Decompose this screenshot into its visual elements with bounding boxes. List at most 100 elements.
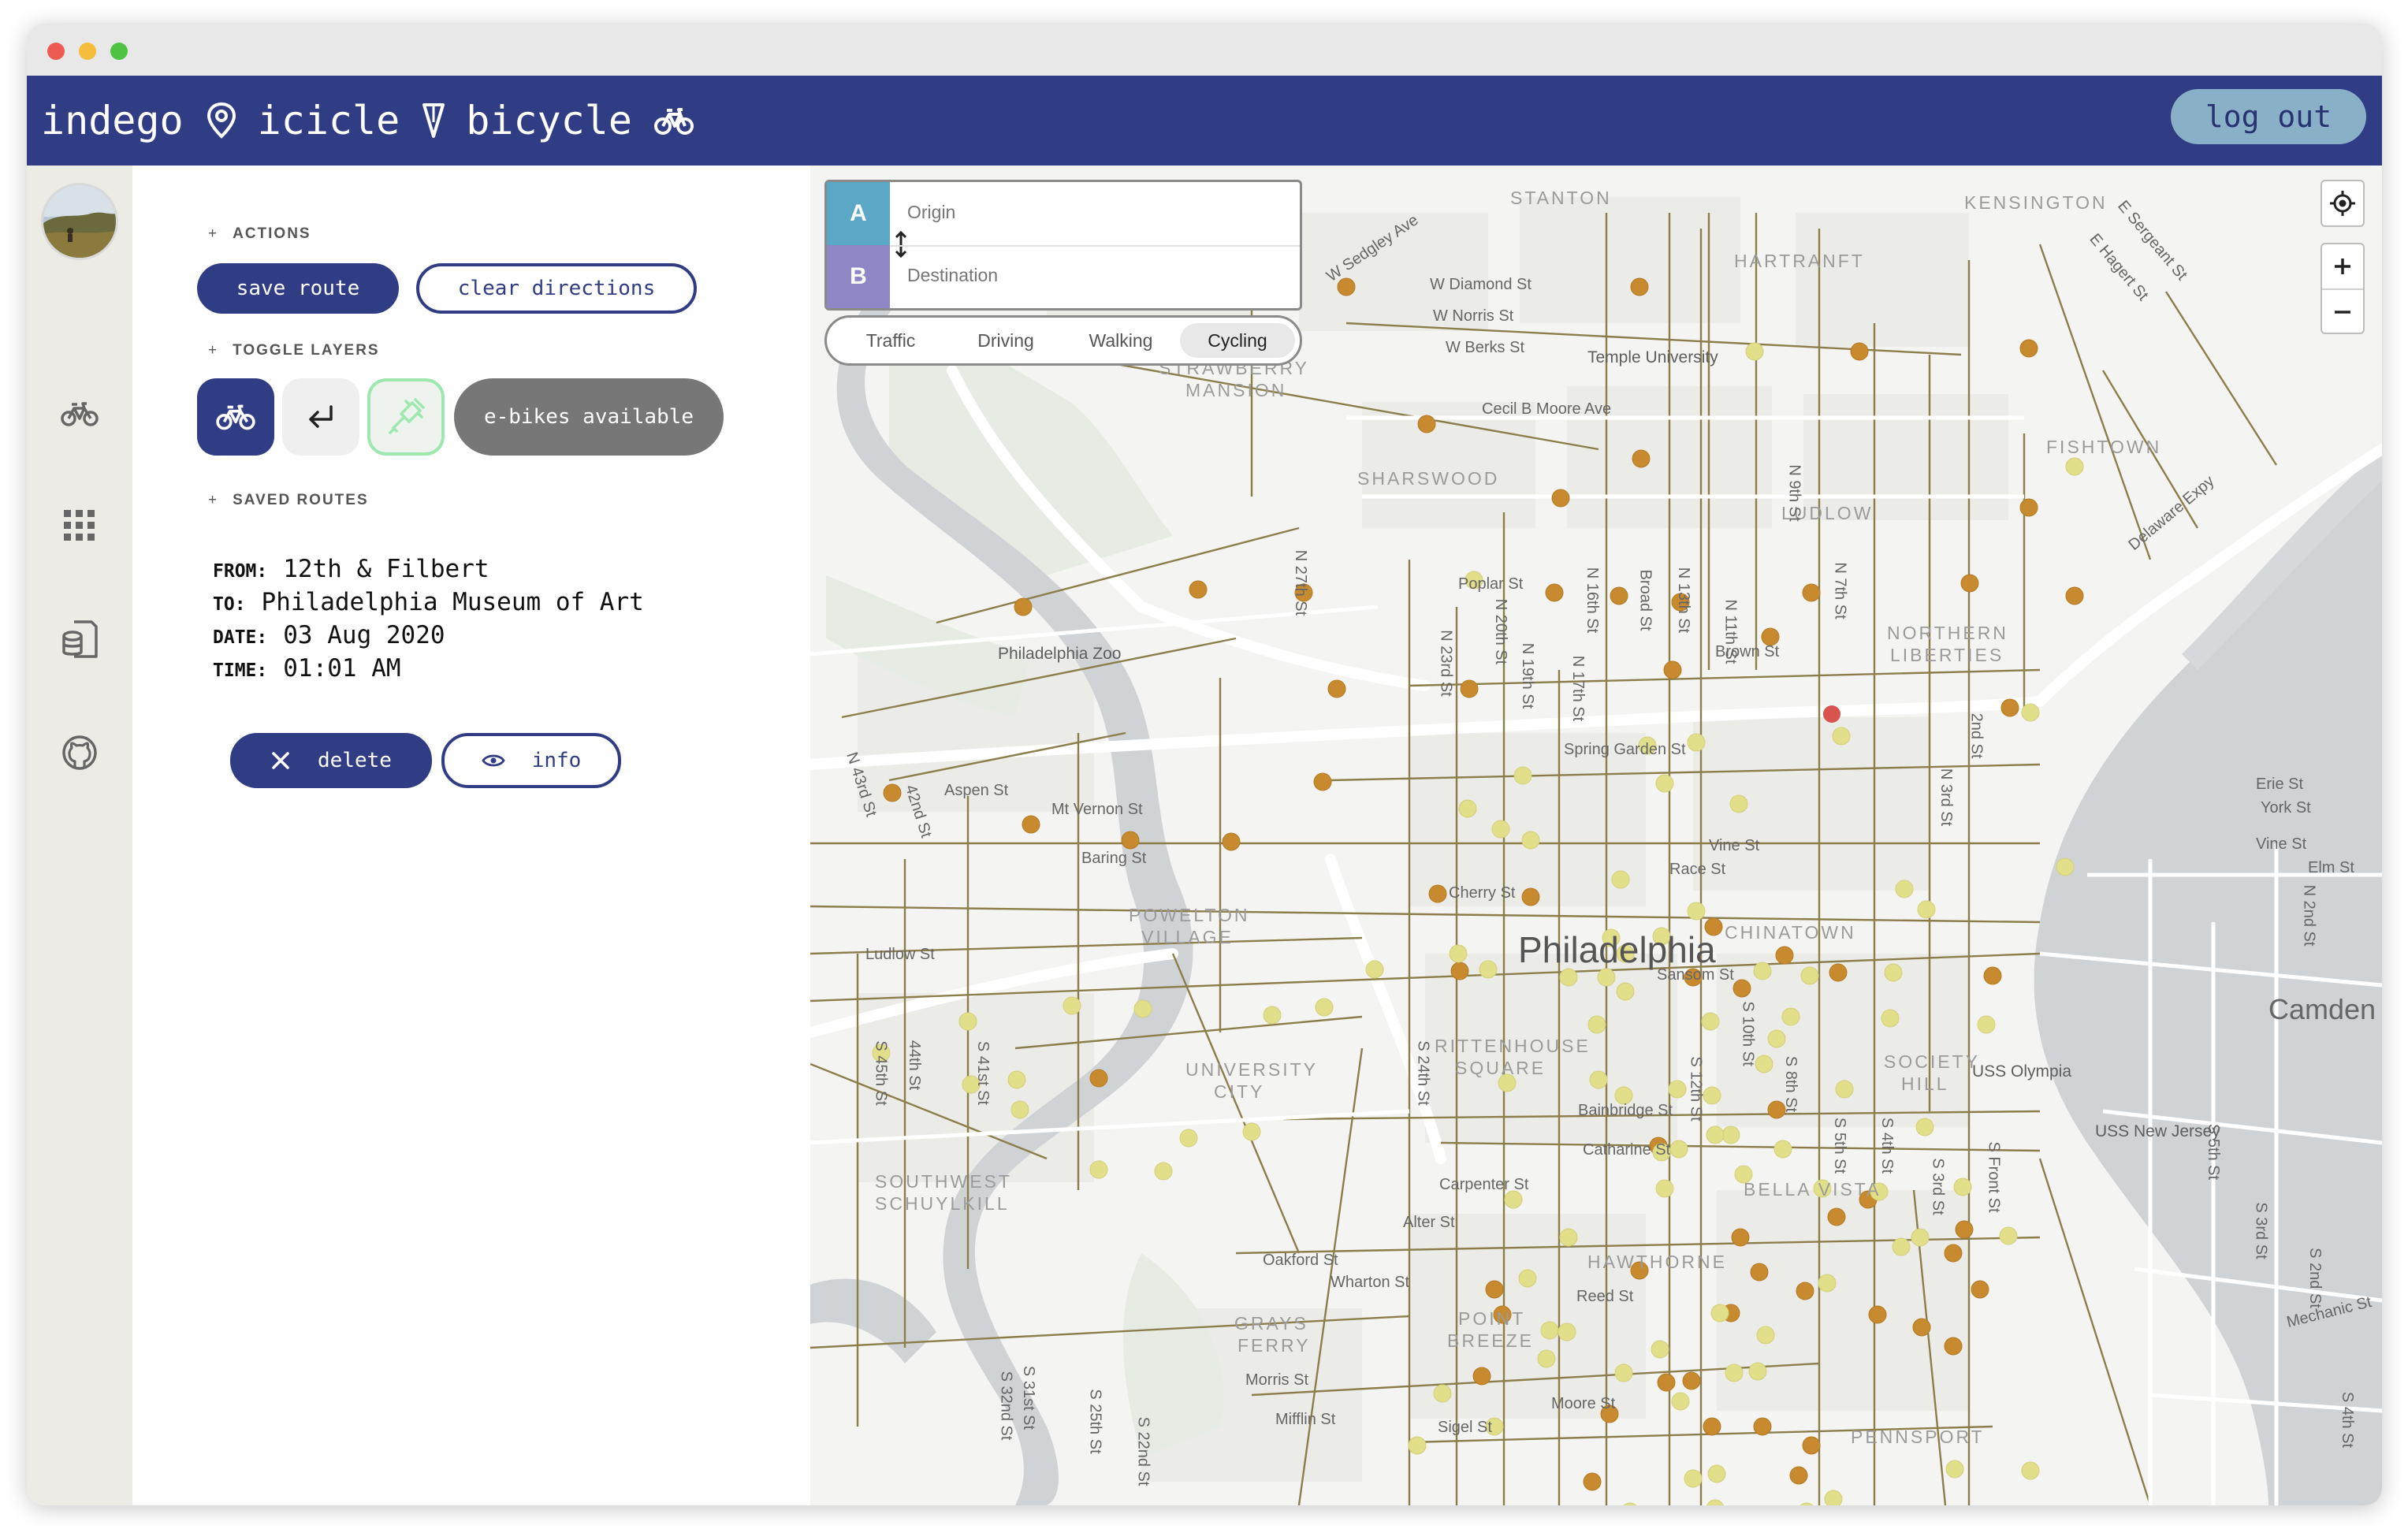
- avatar[interactable]: [41, 183, 118, 260]
- mode-walking[interactable]: Walking: [1068, 323, 1174, 358]
- return-layer-toggle[interactable]: [282, 378, 359, 456]
- map-street-vine-camden: Vine St: [2256, 835, 2307, 853]
- map-street-broad: Broad St: [1636, 569, 1654, 631]
- map-street-s-8th: S 8th St: [1782, 1055, 1800, 1113]
- map-street-carpenter: Carpenter St: [1439, 1176, 1529, 1193]
- logout-button[interactable]: log out: [2171, 89, 2366, 144]
- map-street-n-19th: N 19th St: [1519, 642, 1537, 709]
- delete-label: delete: [318, 749, 392, 772]
- map-street-n-13th: N 13th St: [1675, 567, 1693, 634]
- plug-layer-toggle[interactable]: [367, 378, 445, 456]
- map-street-spring-garden: Spring Garden St: [1564, 741, 1686, 758]
- mode-driving[interactable]: Driving: [953, 323, 1059, 358]
- map-street-s-12th: S 12th St: [1687, 1056, 1705, 1122]
- map-street-s-3rd: S 3rd St: [1929, 1158, 1947, 1215]
- map-street-sigel: Sigel St: [1438, 1419, 1492, 1436]
- zoom-in-button[interactable]: [2322, 244, 2363, 288]
- route-to-value: Philadelphia Museum of Art: [261, 588, 644, 616]
- map-label-pennsport: PENNSPORT: [1851, 1427, 1985, 1447]
- map-label-zoo: Philadelphia Zoo: [998, 645, 1122, 663]
- map-street-wharton: Wharton St: [1331, 1274, 1410, 1291]
- bike-layer-toggle[interactable]: [197, 378, 274, 456]
- map-street-ludlow: Ludlow St: [865, 946, 935, 963]
- map-street-cecil: Cecil B Moore Ave: [1482, 400, 1612, 418]
- maximize-window-button[interactable]: [110, 43, 128, 60]
- database-icon[interactable]: [58, 618, 101, 660]
- map-street-reed: Reed St: [1576, 1288, 1634, 1305]
- map-street-mt-vernon: Mt Vernon St: [1051, 801, 1143, 818]
- directions-divider: [890, 245, 1300, 247]
- app-header: indego icicle bicycle log out: [27, 76, 2382, 166]
- mode-cycling[interactable]: Cycling: [1180, 323, 1295, 358]
- map-street-n-11th: N 11th St: [1721, 599, 1740, 664]
- route-info-button[interactable]: info: [441, 733, 621, 788]
- route-time-key: TIME:: [213, 660, 268, 681]
- route-time: TIME: 01:01 AM: [213, 654, 401, 683]
- map-label-university: UNIVERSITY: [1185, 1059, 1319, 1080]
- map-street-s-25th: S 25th St: [1086, 1389, 1104, 1454]
- minimize-window-button[interactable]: [79, 43, 96, 60]
- map-street-diamond: W Diamond St: [1430, 276, 1532, 293]
- expand-icon: +: [208, 342, 219, 359]
- close-window-button[interactable]: [47, 43, 65, 60]
- map-label-city: CITY: [1214, 1081, 1265, 1102]
- map-street-s-4th-camden: S 4th St: [2339, 1391, 2357, 1449]
- brand-word-bicycle: bicycle: [466, 98, 632, 143]
- map-street-44th: 44th St: [906, 1040, 924, 1091]
- zoom-out-button[interactable]: [2322, 290, 2363, 334]
- map-street-s-10th: S 10th St: [1739, 1001, 1757, 1066]
- info-label: info: [531, 749, 582, 772]
- bike-icon[interactable]: [58, 392, 101, 435]
- bike-icon: [216, 404, 255, 430]
- map-label-chinatown: CHINATOWN: [1725, 922, 1856, 943]
- return-icon: [309, 405, 333, 428]
- map-label-schuylkill: SCHUYLKILL: [875, 1193, 1010, 1214]
- mode-traffic[interactable]: Traffic: [838, 323, 943, 358]
- icicle-icon: [422, 103, 445, 138]
- map-street-norris: W Norris St: [1433, 307, 1514, 325]
- brand: indego icicle bicycle: [41, 98, 714, 143]
- swap-icon[interactable]: [895, 231, 907, 258]
- map-street-bainbridge: Bainbridge St: [1578, 1102, 1673, 1119]
- map-label-grays: GRAYS: [1234, 1313, 1308, 1334]
- map-street-sansom: Sansom St: [1657, 966, 1734, 984]
- map-label-powelton: POWELTON: [1129, 905, 1250, 925]
- brand-word-icicle: icicle: [257, 98, 400, 143]
- save-route-button[interactable]: save route: [197, 263, 399, 314]
- destination-input[interactable]: [906, 264, 1287, 287]
- origin-input[interactable]: [906, 201, 1287, 224]
- route-from-key: FROM:: [213, 561, 268, 582]
- actions-heading[interactable]: + ACTIONS: [208, 225, 311, 243]
- destination-marker: B: [827, 245, 890, 308]
- clear-directions-button[interactable]: clear directions: [416, 263, 697, 314]
- map-street-s-2nd-camden: S 2nd St: [2306, 1248, 2324, 1308]
- ebikes-available-toggle[interactable]: e-bikes available: [454, 378, 724, 456]
- map-street-n-2nd-camden: N 2nd St: [2300, 884, 2318, 947]
- toggle-layers-heading[interactable]: + TOGGLE LAYERS: [208, 342, 380, 359]
- geolocate-button[interactable]: [2322, 181, 2363, 225]
- github-icon[interactable]: [58, 731, 101, 774]
- window-titlebar: [27, 24, 2382, 76]
- map-label-breeze: BREEZE: [1447, 1330, 1535, 1351]
- map-label-northern: NORTHERN: [1887, 623, 2008, 643]
- delete-route-button[interactable]: delete: [230, 733, 432, 788]
- map-label-square: SQUARE: [1455, 1058, 1546, 1078]
- map-label-temple: Temple University: [1587, 348, 1718, 366]
- brand-word-indego: indego: [41, 98, 184, 143]
- map-street-race: Race St: [1669, 861, 1726, 878]
- map-street-s-24th: S 24th St: [1414, 1040, 1432, 1106]
- map-street-n-27th: N 27th St: [1292, 549, 1310, 616]
- map-street-2nd: 2nd St: [1967, 712, 1986, 759]
- map-label-fishtown: FISHTOWN: [2046, 437, 2162, 457]
- map-label-rittenhouse: RITTENHOUSE: [1435, 1036, 1591, 1056]
- map-view[interactable]: STANTON KENSINGTON HARTRANFT STRAWBERRY …: [810, 166, 2382, 1505]
- plus-icon: [2335, 259, 2350, 274]
- side-panel: + ACTIONS save route clear directions + TO…: [132, 166, 810, 1505]
- apps-grid-icon[interactable]: [58, 504, 101, 547]
- map-street-s-5th-camden: S 5th St: [2205, 1123, 2223, 1181]
- map-street-poplar: Poplar St: [1458, 575, 1524, 593]
- saved-routes-heading[interactable]: + SAVED ROUTES: [208, 492, 369, 509]
- map-label-society: SOCIETY: [1884, 1051, 1980, 1072]
- map-label-stanton: STANTON: [1510, 188, 1612, 208]
- map-label-village: VILLAGE: [1141, 927, 1234, 947]
